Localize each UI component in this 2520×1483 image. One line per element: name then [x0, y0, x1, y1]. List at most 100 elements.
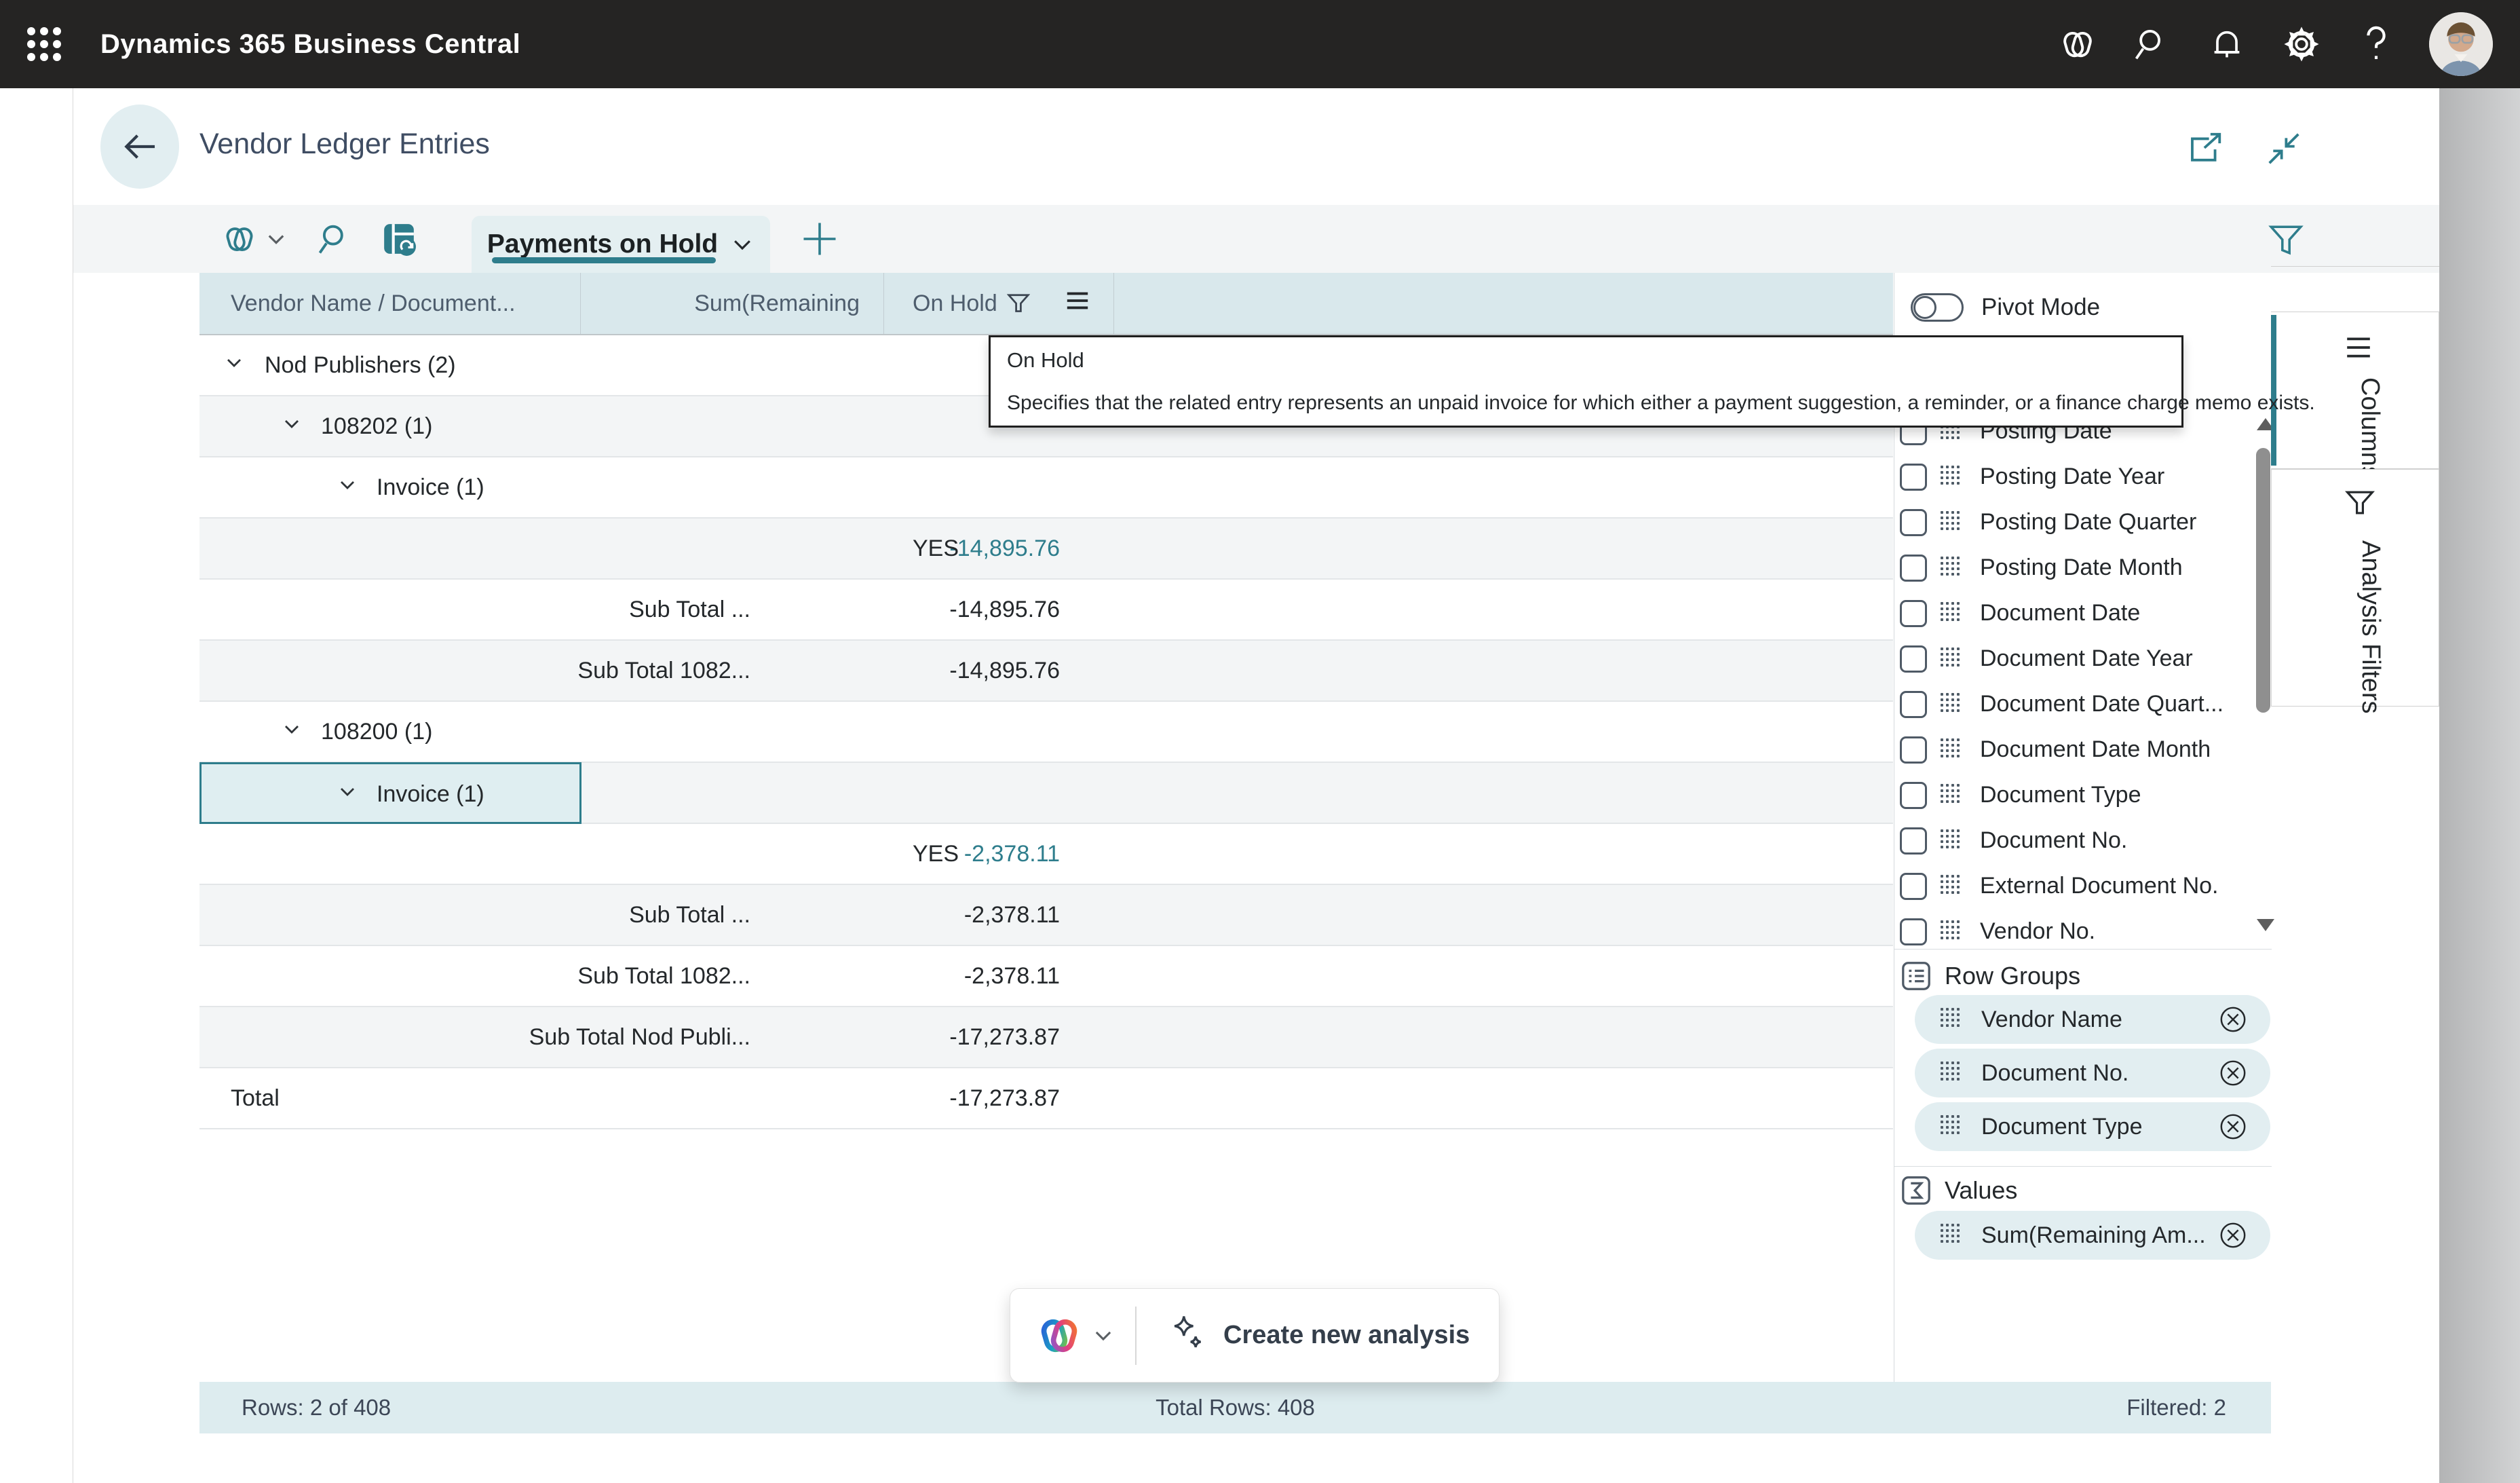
copilot-icon[interactable] [221, 221, 288, 257]
remaining-amount-value[interactable]: -2,378.11 [964, 824, 1060, 884]
drag-handle-icon[interactable] [1941, 557, 1961, 580]
window-scrollbar-area[interactable] [2439, 88, 2520, 1483]
remove-icon[interactable] [2219, 1112, 2247, 1141]
column-field-item[interactable]: Posting Date Year [1894, 454, 2250, 500]
table-row[interactable]: Sub Total 1082...-2,378.11 [199, 946, 1893, 1007]
table-row[interactable]: Sub Total ...-14,895.76 [199, 580, 1893, 641]
column-field-item[interactable]: External Document No. [1894, 863, 2250, 909]
tab-payments-on-hold[interactable]: Payments on Hold [472, 216, 770, 273]
column-header-vendor-name[interactable]: Vendor Name / Document... [199, 273, 581, 334]
drag-handle-icon[interactable] [1941, 511, 1961, 534]
search-icon[interactable] [316, 221, 353, 257]
collapse-chevron-icon[interactable] [282, 719, 302, 743]
search-icon[interactable] [2131, 22, 2174, 66]
column-field-item[interactable]: Document Date Quart... [1894, 681, 2250, 727]
column-field-item[interactable]: Document Date [1894, 590, 2250, 636]
create-new-analysis-button[interactable]: Create new analysis [1137, 1315, 1470, 1357]
table-row[interactable]: Sub Total 1082...-14,895.76 [199, 641, 1893, 702]
data-layout-icon[interactable] [381, 221, 417, 257]
list-scroll-down-icon[interactable] [2257, 919, 2274, 931]
collapse-chevron-icon[interactable] [224, 353, 244, 377]
filter-icon[interactable] [2268, 223, 2304, 260]
subtotal-value: -2,378.11 [964, 946, 1060, 1006]
column-field-item[interactable]: Document No. [1894, 818, 2250, 863]
gear-icon[interactable] [2280, 22, 2323, 66]
table-row[interactable]: Sub Total ...-2,378.11 [199, 885, 1893, 946]
subtotal-label: Sub Total ... [629, 580, 750, 639]
drag-handle-icon[interactable] [1941, 466, 1961, 489]
remove-icon[interactable] [2219, 1059, 2247, 1087]
row-group-pill[interactable]: Vendor Name [1915, 995, 2270, 1044]
column-field-item[interactable]: Document Date Month [1894, 727, 2250, 772]
table-row[interactable]: Invoice (1) [199, 457, 1893, 519]
selected-cell[interactable]: Invoice (1) [199, 762, 581, 824]
copilot-icon[interactable] [2056, 22, 2099, 66]
drag-handle-icon[interactable] [1941, 920, 1961, 943]
row-group-pill[interactable]: Document Type [1915, 1102, 2270, 1151]
column-filter-icon[interactable] [1007, 292, 1030, 315]
table-row[interactable]: Sub Total Nod Publi...-17,273.87 [199, 1007, 1893, 1068]
total-value: -17,273.87 [949, 1068, 1060, 1128]
field-checkbox[interactable] [1900, 600, 1927, 627]
help-icon[interactable] [2354, 22, 2398, 66]
column-field-item[interactable]: Posting Date Month [1894, 545, 2250, 590]
avatar[interactable] [2429, 12, 2493, 76]
bell-icon[interactable] [2205, 22, 2249, 66]
tab-columns[interactable]: Columns [2271, 312, 2439, 469]
add-view-button[interactable] [801, 220, 839, 258]
field-checkbox[interactable] [1900, 827, 1927, 855]
table-row[interactable]: Invoice (1) [199, 763, 1893, 824]
minimize-icon[interactable] [2264, 129, 2304, 168]
drag-handle-icon[interactable] [1941, 1008, 1961, 1031]
table-row[interactable]: 108200 (1) [199, 702, 1893, 763]
column-header-sum-remaining[interactable]: Sum(Remaining [581, 273, 884, 334]
column-field-item[interactable]: Document Type [1894, 772, 2250, 818]
table-row[interactable]: Total-17,273.87 [199, 1068, 1893, 1129]
drag-handle-icon[interactable] [1941, 829, 1961, 852]
remaining-amount-value[interactable]: -14,895.76 [949, 519, 1060, 578]
top-bar: Dynamics 365 Business Central [0, 0, 2520, 88]
value-pill[interactable]: Sum(Remaining Am... [1915, 1211, 2270, 1260]
drag-handle-icon[interactable] [1941, 602, 1961, 625]
drag-handle-icon[interactable] [1941, 738, 1961, 762]
drag-handle-icon[interactable] [1941, 875, 1961, 898]
drag-handle-icon[interactable] [1941, 1224, 1961, 1247]
column-menu-icon[interactable] [1065, 289, 1090, 318]
analysis-filter-icon [2345, 489, 2375, 521]
group-label: 108202 (1) [321, 396, 432, 456]
remove-icon[interactable] [2219, 1221, 2247, 1250]
field-checkbox[interactable] [1900, 555, 1927, 582]
column-field-item[interactable]: Vendor No. [1894, 909, 2250, 949]
field-checkbox[interactable] [1900, 509, 1927, 536]
drag-handle-icon[interactable] [1941, 693, 1961, 716]
table-row[interactable]: -2,378.11YES [199, 824, 1893, 885]
field-checkbox[interactable] [1900, 645, 1927, 673]
field-checkbox[interactable] [1900, 464, 1927, 491]
list-scrollbar-thumb[interactable] [2256, 448, 2270, 713]
drag-handle-icon[interactable] [1941, 1115, 1961, 1138]
collapse-chevron-icon[interactable] [282, 414, 302, 438]
open-in-new-window-icon[interactable] [2185, 129, 2225, 168]
column-header-on-hold[interactable]: On Hold [884, 273, 1114, 334]
field-checkbox[interactable] [1900, 918, 1927, 945]
back-button[interactable] [100, 105, 179, 189]
column-field-item[interactable]: Document Date Year [1894, 636, 2250, 681]
remove-icon[interactable] [2219, 1005, 2247, 1034]
table-row[interactable]: -14,895.76YES [199, 519, 1893, 580]
copilot-menu-button[interactable] [1010, 1314, 1116, 1357]
row-group-pill[interactable]: Document No. [1915, 1049, 2270, 1097]
collapse-chevron-icon[interactable] [337, 782, 358, 806]
field-checkbox[interactable] [1900, 782, 1927, 809]
drag-handle-icon[interactable] [1941, 647, 1961, 671]
collapse-chevron-icon[interactable] [337, 475, 358, 499]
field-checkbox[interactable] [1900, 736, 1927, 764]
tab-analysis-filters[interactable]: Analysis Filters [2271, 469, 2439, 707]
field-checkbox[interactable] [1900, 873, 1927, 900]
drag-handle-icon[interactable] [1941, 1062, 1961, 1085]
app-launcher-waffle-icon[interactable] [0, 0, 88, 88]
column-field-item[interactable]: Posting Date Quarter [1894, 500, 2250, 545]
field-checkbox[interactable] [1900, 691, 1927, 718]
pivot-mode-toggle[interactable] [1911, 293, 1964, 322]
drag-handle-icon[interactable] [1941, 784, 1961, 807]
total-rows-count: Total Rows: 408 [199, 1395, 2271, 1421]
